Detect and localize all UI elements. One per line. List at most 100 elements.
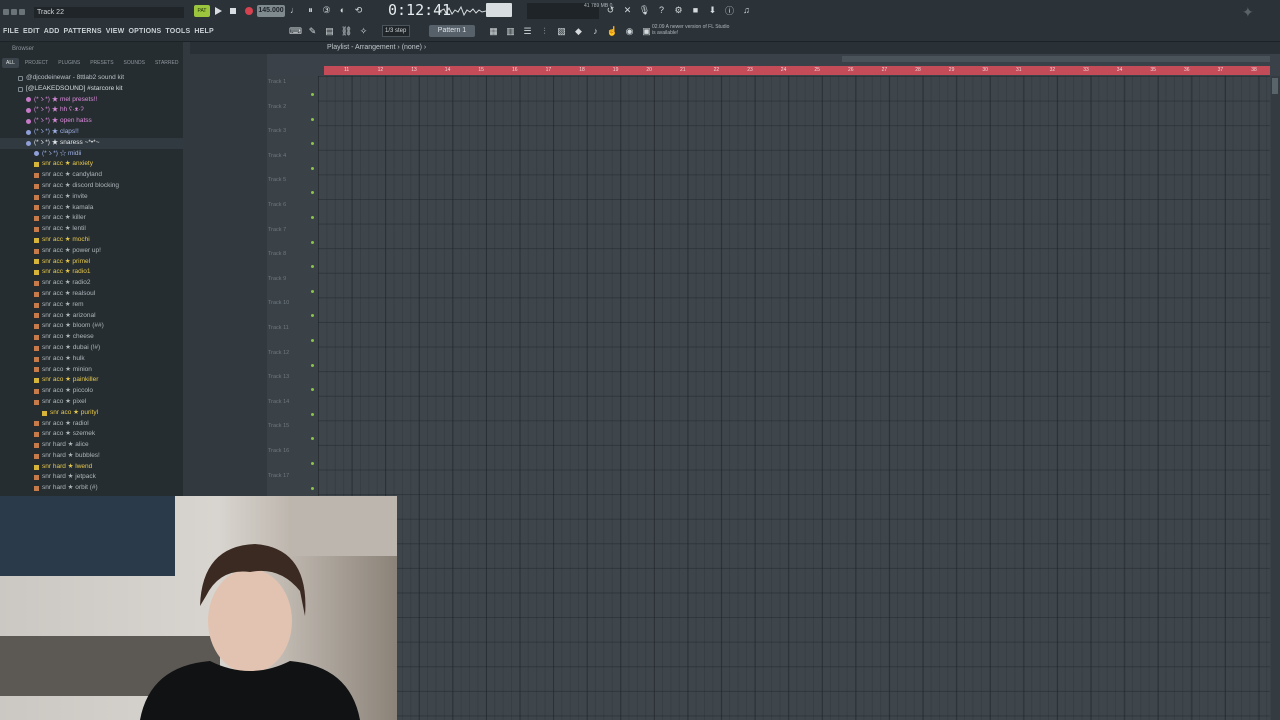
track-enable-led[interactable] [311, 412, 314, 416]
browser-item[interactable]: snr hard ★ bubbles! [0, 451, 183, 462]
track-name[interactable]: Track 2 [268, 103, 316, 111]
track-name[interactable]: Track 7 [268, 226, 316, 234]
playlist-grid[interactable] [318, 76, 1270, 720]
download-icon[interactable]: ⬇ [706, 4, 719, 16]
track-name[interactable]: Track 5 [268, 176, 316, 184]
play-icon[interactable] [212, 5, 224, 17]
browser-item[interactable]: snr acc ★ kamala [0, 203, 183, 214]
pattern-song-toggle[interactable]: PAT [194, 5, 210, 17]
close-icon[interactable] [19, 9, 25, 15]
browser-item[interactable]: (*ゝ*) ★ mel presets!! [0, 95, 183, 106]
browser-item[interactable]: snr acc ★ primel [0, 257, 183, 268]
master-volume[interactable] [486, 3, 512, 17]
browser-item[interactable]: [@LEAKEDSOUND] #starcore kit [0, 84, 183, 95]
info-icon[interactable]: ⓘ [723, 4, 736, 16]
track-enable-led[interactable] [311, 486, 314, 490]
bell-icon[interactable]: ♫ [740, 4, 753, 16]
settings-icon[interactable]: ⚙ [672, 4, 685, 16]
browser-item[interactable]: (*ゝ*) ★ claps!! [0, 127, 183, 138]
browser-item[interactable]: snr hard ★ lwend [0, 462, 183, 473]
browser-item[interactable]: snr acc ★ candyland [0, 170, 183, 181]
menu-patterns[interactable]: PATTERNS [63, 26, 101, 38]
track-enable-led[interactable] [311, 216, 314, 219]
scrollbar-thumb[interactable] [1272, 78, 1278, 94]
track-name[interactable]: Track 14 [268, 398, 316, 406]
x-icon[interactable]: ✕ [621, 4, 634, 16]
track-name[interactable]: Track 6 [268, 201, 316, 209]
browser-tab-sounds[interactable]: SOUNDS [120, 58, 149, 68]
plugin-icon[interactable]: ◆ [572, 25, 585, 37]
menu-add[interactable]: ADD [44, 26, 60, 38]
browser-item[interactable]: snr aco ★ hulk [0, 354, 183, 365]
link-icon[interactable]: ⛓ [340, 25, 353, 37]
track-name[interactable]: Track 9 [268, 275, 316, 283]
track-enable-led[interactable] [311, 191, 314, 195]
mic-icon[interactable]: 🎙 [638, 4, 651, 16]
track-enable-led[interactable] [311, 388, 314, 392]
browser-item[interactable]: snr acc ★ radio1 [0, 267, 183, 278]
track-name[interactable]: Track 12 [268, 349, 316, 357]
browser-item[interactable]: (*ゝ*) ☆ midii [0, 149, 183, 160]
track-name[interactable]: Track 1 [268, 78, 316, 86]
browser-item[interactable]: snr acc ★ discord blocking [0, 181, 183, 192]
pattern-selector[interactable]: Pattern 1 [429, 25, 475, 37]
browser-item[interactable]: snr acc ★ power up! [0, 246, 183, 257]
browser-item[interactable]: snr acc ★ radio2 [0, 278, 183, 289]
snap-selector[interactable]: 1/3 step [382, 25, 410, 37]
menu-file[interactable]: FILE [3, 26, 19, 38]
plugin-picker-icon[interactable]: ♪ [589, 25, 602, 37]
blend-icon[interactable]: ◐ [336, 4, 349, 16]
menu-help[interactable]: HELP [194, 26, 213, 38]
browser-item[interactable]: snr aco ★ szemek [0, 429, 183, 440]
track-name[interactable]: Track 4 [268, 152, 316, 160]
metronome-icon[interactable]: ♩ [288, 4, 301, 16]
window-buttons[interactable] [2, 6, 32, 18]
track-enable-led[interactable] [311, 462, 314, 465]
browser-item[interactable]: (*ゝ*) ★ snaress ~*•*~ [0, 137, 183, 149]
browser-item[interactable]: snr hard ★ alice [0, 440, 183, 451]
track-enable-led[interactable] [311, 117, 314, 121]
browser-item[interactable]: snr acc ★ lentil [0, 224, 183, 235]
track-enable-led[interactable] [311, 240, 314, 244]
track-enable-led[interactable] [311, 339, 314, 342]
loop-record-icon[interactable]: ⟲ [352, 4, 365, 16]
browser-item[interactable]: snr aco ★ cheese [0, 332, 183, 343]
browser-tab-project[interactable]: PROJECT [21, 58, 52, 68]
browser-item[interactable]: (*ゝ*) ★ hh ʕ·ᴥ·ʔ [0, 105, 183, 116]
track-name[interactable]: Track 15 [268, 422, 316, 430]
track-enable-led[interactable] [311, 437, 314, 441]
browser-item[interactable]: snr aco ★ dubai (!#) [0, 343, 183, 354]
browser-tab-all[interactable]: ALL [2, 58, 19, 68]
tempo-tapper-icon[interactable]: ◉ [623, 25, 636, 37]
browser-item[interactable]: snr aco ★ piccolo [0, 386, 183, 397]
track-name[interactable]: Track 17 [268, 472, 316, 480]
menu-edit[interactable]: EDIT [23, 26, 40, 38]
wait-icon[interactable]: ⏸ [304, 4, 317, 16]
playlist-icon[interactable]: ▦ [487, 25, 500, 37]
horizontal-scrollbar[interactable] [842, 56, 1270, 62]
track-name[interactable]: Track 16 [268, 447, 316, 455]
touch-icon[interactable]: ☝ [606, 25, 619, 37]
track-name[interactable]: Track 11 [268, 324, 316, 332]
menu-view[interactable]: VIEW [106, 26, 125, 38]
track-enable-led[interactable] [311, 314, 314, 318]
track-enable-led[interactable] [311, 142, 314, 146]
browser-item[interactable]: snr hard ★ orbit (#) [0, 483, 183, 494]
browser-item[interactable]: snr aco ★ minion [0, 365, 183, 376]
browser-item[interactable]: snr acc ★ mochi [0, 235, 183, 246]
maximize-icon[interactable] [11, 9, 17, 15]
browser-tab-plugins[interactable]: PLUGINS [54, 58, 84, 68]
menu-options[interactable]: OPTIONS [128, 26, 161, 38]
track-name[interactable]: Track 10 [268, 299, 316, 307]
track-enable-led[interactable] [311, 93, 314, 96]
tempo-display[interactable]: 145.000 [257, 5, 285, 17]
record-icon[interactable] [243, 5, 255, 17]
menu-tools[interactable]: TOOLS [165, 26, 190, 38]
track-enable-led[interactable] [311, 289, 314, 293]
undo-icon[interactable]: ↺ [604, 4, 617, 16]
track-name[interactable]: Track 8 [268, 250, 316, 258]
channel-rack-icon[interactable]: ☰ [521, 25, 534, 37]
browser-item[interactable]: snr acc ★ rem [0, 300, 183, 311]
browser-item[interactable]: snr aco ★ arizonal [0, 311, 183, 322]
step-edit-icon[interactable]: ▤ [323, 25, 336, 37]
